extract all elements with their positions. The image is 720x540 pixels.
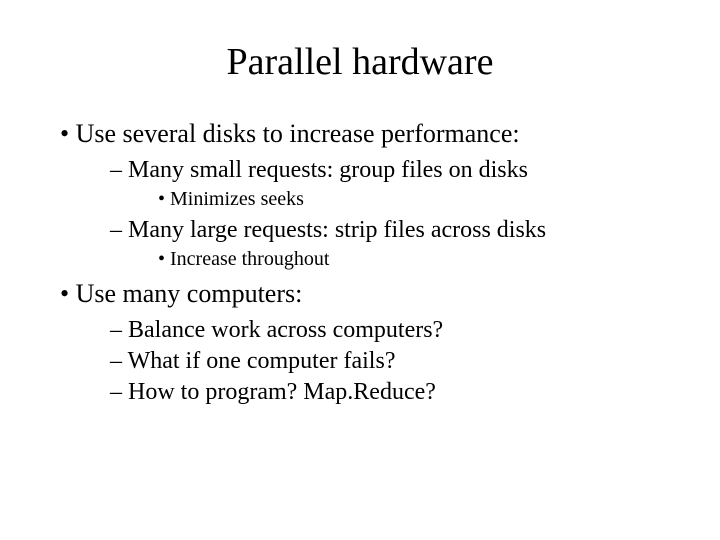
bullet-computer-fails: What if one computer fails? xyxy=(110,348,680,375)
slide: Parallel hardware Use several disks to i… xyxy=(0,0,720,540)
bullet-large-requests: Many large requests: strip files across … xyxy=(110,217,680,244)
bullet-minimizes-seeks: Minimizes seeks xyxy=(158,188,680,211)
bullet-increase-throughput: Increase throughout xyxy=(158,248,680,271)
bullet-many-computers: Use many computers: xyxy=(60,279,680,309)
bullet-balance-work: Balance work across computers? xyxy=(110,317,680,344)
slide-title: Parallel hardware xyxy=(40,40,680,84)
bullet-how-to-program: How to program? Map.Reduce? xyxy=(110,379,680,406)
bullet-small-requests: Many small requests: group files on disk… xyxy=(110,157,680,184)
bullet-disks: Use several disks to increase performanc… xyxy=(60,119,680,149)
